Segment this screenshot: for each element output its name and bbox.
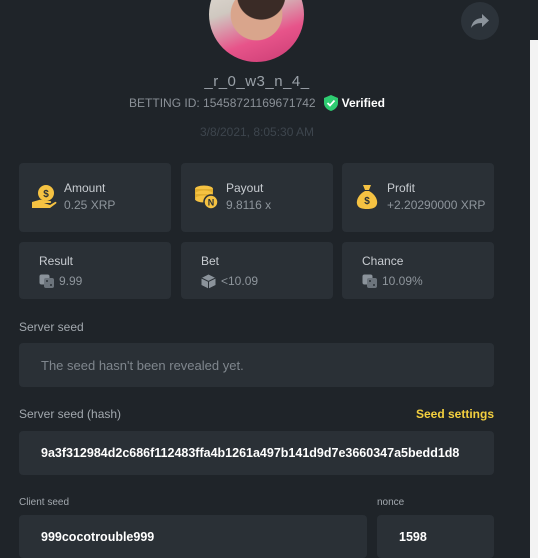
client-seed-field[interactable]: 999cocotrouble999 xyxy=(19,515,367,558)
share-button[interactable] xyxy=(461,2,499,40)
seed-settings-link[interactable]: Seed settings xyxy=(416,407,494,421)
betting-row: BETTING ID: 15458721169671742 Verified xyxy=(0,95,514,111)
bet-card: Bet <10.09 xyxy=(181,242,333,299)
money-bag-icon: $ xyxy=(356,185,378,209)
timestamp: 3/8/2021, 8:05:30 AM xyxy=(199,125,315,139)
nonce-label: nonce xyxy=(377,497,405,508)
amount-card: $ Amount 0.25 XRP xyxy=(19,163,171,232)
svg-text:N: N xyxy=(208,198,215,208)
result-value: 9.99 xyxy=(59,274,83,288)
nonce-field[interactable]: 1598 xyxy=(377,515,494,558)
dice-icon xyxy=(362,274,377,288)
bet-label: Bet xyxy=(201,254,220,268)
profit-value: +2.20290000 XRP xyxy=(387,198,486,212)
bet-value: <10.09 xyxy=(221,274,259,288)
chance-value: 10.09% xyxy=(382,274,423,288)
username: _r_0_w3_n_4_ xyxy=(204,73,310,90)
server-seed-hash-label: Server seed (hash) xyxy=(19,407,122,421)
verified-label: Verified xyxy=(341,96,385,110)
payout-label: Payout xyxy=(226,181,264,195)
coin-hand-icon: $ xyxy=(32,185,57,208)
avatar xyxy=(209,0,304,62)
dice-icon xyxy=(39,274,54,288)
cube-icon xyxy=(201,274,216,289)
svg-text:$: $ xyxy=(43,189,49,200)
chance-card: Chance 10.09% xyxy=(342,242,494,299)
server-seed-hash-value: 9a3f312984d2c686f112483ffa4b1261a497b141… xyxy=(41,446,460,460)
profit-card: $ Profit +2.20290000 XRP xyxy=(342,163,494,232)
client-seed-label: Client seed xyxy=(19,497,70,508)
result-label: Result xyxy=(39,254,74,268)
payout-card: N Payout 9.8116 x xyxy=(181,163,333,232)
result-card: Result 9.99 xyxy=(19,242,171,299)
chance-label: Chance xyxy=(362,254,404,268)
nonce-value: 1598 xyxy=(399,529,427,544)
server-seed-label: Server seed xyxy=(19,320,84,334)
profit-label: Profit xyxy=(387,181,416,195)
verified-badge: Verified xyxy=(323,95,385,111)
betting-id: BETTING ID: 15458721169671742 xyxy=(129,96,316,110)
window-edge xyxy=(530,40,538,558)
coin-stack-icon: N xyxy=(195,185,219,210)
server-seed-hash-field[interactable]: 9a3f312984d2c686f112483ffa4b1261a497b141… xyxy=(19,431,494,475)
server-seed-value: The seed hasn't been revealed yet. xyxy=(41,357,244,373)
amount-label: Amount xyxy=(64,181,106,195)
server-seed-field: The seed hasn't been revealed yet. xyxy=(19,343,494,387)
payout-value: 9.8116 x xyxy=(226,198,272,212)
amount-value: 0.25 XRP xyxy=(64,198,116,212)
client-seed-value: 999cocotrouble999 xyxy=(41,529,155,544)
svg-text:$: $ xyxy=(364,196,370,207)
share-icon xyxy=(471,14,489,28)
verified-shield-icon xyxy=(323,95,338,111)
